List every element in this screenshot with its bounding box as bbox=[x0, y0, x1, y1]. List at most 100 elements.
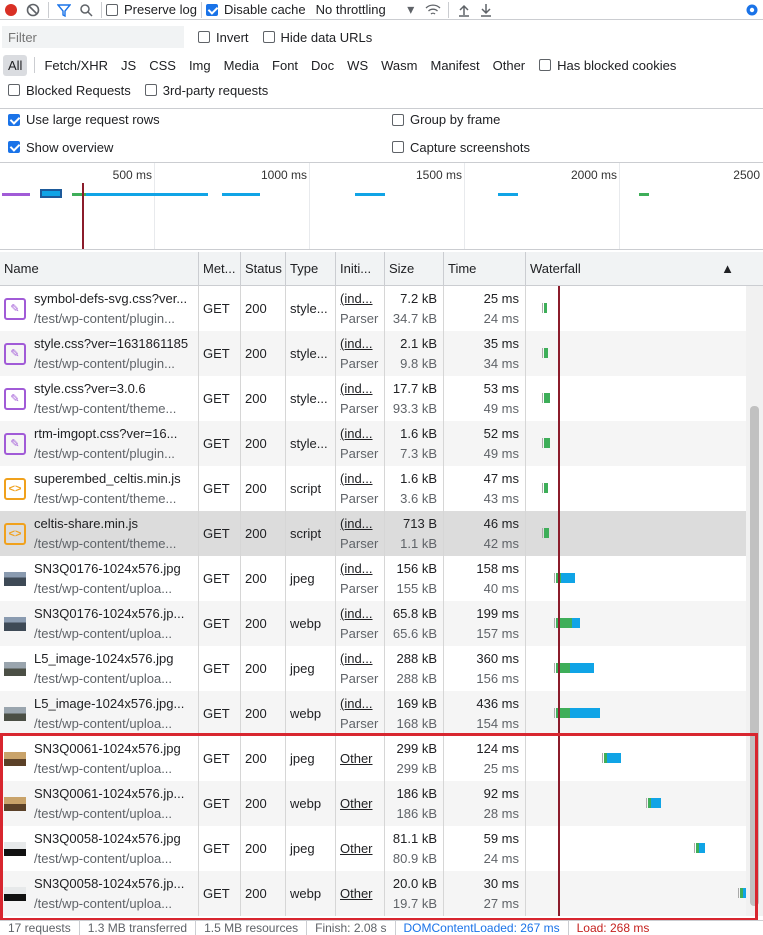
column-header-size[interactable]: Size bbox=[385, 252, 444, 286]
name-cell[interactable]: ✎ symbol-defs-svg.css?ver... /test/wp-cont… bbox=[0, 286, 199, 331]
table-row[interactable]: <> superembed_celtis.min.js/test/wp-conte… bbox=[0, 466, 746, 511]
settings-gear-icon[interactable] bbox=[741, 0, 763, 20]
initiator-link[interactable]: (ind... bbox=[340, 559, 384, 579]
table-row[interactable]: ✎ symbol-defs-svg.css?ver... /test/wp-cont… bbox=[0, 286, 746, 331]
search-icon[interactable] bbox=[75, 0, 97, 20]
name-cell[interactable]: ✎ rtm-imgopt.css?ver=16... /test/wp-conten… bbox=[0, 421, 199, 466]
initiator-link[interactable]: (ind... bbox=[340, 514, 384, 534]
table-row[interactable]: ✎ style.css?ver=3.0.6/test/wp-content/the… bbox=[0, 376, 746, 421]
initiator-cell[interactable]: (ind... Parser bbox=[336, 421, 385, 466]
initiator-cell[interactable]: (ind... Parser bbox=[336, 646, 385, 691]
checkbox-box[interactable] bbox=[198, 31, 210, 43]
initiator-cell[interactable]: Other bbox=[336, 871, 385, 916]
checkbox-box[interactable] bbox=[392, 141, 404, 153]
checkbox-box[interactable] bbox=[8, 113, 20, 126]
checkbox-box[interactable] bbox=[8, 84, 20, 96]
table-row[interactable]: ✎ rtm-imgopt.css?ver=16... /test/wp-conten… bbox=[0, 421, 746, 466]
initiator-link[interactable]: Other bbox=[340, 749, 384, 769]
table-row[interactable]: ✎ style.css?ver=1631861185/test/wp-conten… bbox=[0, 331, 746, 376]
disable-cache-checkbox[interactable]: Disable cache bbox=[205, 2, 306, 17]
capture-screenshots-checkbox[interactable]: Capture screenshots bbox=[392, 140, 530, 155]
initiator-link[interactable]: (ind... bbox=[340, 424, 384, 444]
name-cell[interactable]: ✎ style.css?ver=1631861185/test/wp-conten… bbox=[0, 331, 199, 376]
initiator-cell[interactable]: (ind... Parser bbox=[336, 466, 385, 511]
network-conditions-icon[interactable] bbox=[422, 0, 444, 20]
initiator-cell[interactable]: Other bbox=[336, 736, 385, 781]
sort-ascending-icon[interactable]: ▲ bbox=[721, 252, 734, 286]
show-overview-checkbox[interactable]: Show overview bbox=[8, 140, 392, 155]
initiator-link[interactable]: (ind... bbox=[340, 289, 384, 309]
name-cell[interactable]: SN3Q0176-1024x576.jp... /test/wp-content/… bbox=[0, 601, 199, 646]
initiator-cell[interactable]: (ind... Parser bbox=[336, 556, 385, 601]
initiator-link[interactable]: (ind... bbox=[340, 469, 384, 489]
initiator-cell[interactable]: (ind... Parser bbox=[336, 331, 385, 376]
dropdown-arrow-icon[interactable]: ▾ bbox=[400, 0, 422, 20]
table-row[interactable]: L5_image-1024x576.jpg... /test/wp-content… bbox=[0, 691, 746, 736]
name-cell[interactable]: L5_image-1024x576.jpg/test/wp-content/up… bbox=[0, 646, 199, 691]
initiator-cell[interactable]: (ind... Parser bbox=[336, 691, 385, 736]
large-rows-checkbox[interactable]: Use large request rows bbox=[8, 112, 392, 127]
filter-icon[interactable] bbox=[53, 0, 75, 20]
initiator-cell[interactable]: (ind... Parser bbox=[336, 601, 385, 646]
type-filter-fetch-xhr[interactable]: Fetch/XHR bbox=[39, 55, 113, 76]
overview-timeline[interactable]: 500 ms 1000 ms 1500 ms 2000 ms 2500 bbox=[0, 162, 763, 250]
initiator-link[interactable]: (ind... bbox=[340, 649, 384, 669]
table-row[interactable]: SN3Q0058-1024x576.jp... /test/wp-content/… bbox=[0, 871, 746, 916]
initiator-cell[interactable]: Other bbox=[336, 826, 385, 871]
has-blocked-cookies-checkbox[interactable]: Has blocked cookies bbox=[539, 58, 676, 73]
initiator-link[interactable]: Other bbox=[340, 884, 384, 904]
table-row[interactable]: SN3Q0061-1024x576.jp... /test/wp-content/… bbox=[0, 781, 746, 826]
name-cell[interactable]: ✎ style.css?ver=3.0.6/test/wp-content/the… bbox=[0, 376, 199, 421]
type-filter-css[interactable]: CSS bbox=[144, 55, 181, 76]
table-row[interactable]: SN3Q0058-1024x576.jpg/test/wp-content/up… bbox=[0, 826, 746, 871]
name-cell[interactable]: <> superembed_celtis.min.js/test/wp-conte… bbox=[0, 466, 199, 511]
column-header-waterfall[interactable]: Waterfall ▲ bbox=[526, 252, 742, 286]
type-filter-js[interactable]: JS bbox=[116, 55, 141, 76]
record-icon[interactable] bbox=[0, 0, 22, 20]
clear-icon[interactable] bbox=[22, 0, 44, 20]
filter-input[interactable] bbox=[2, 26, 184, 48]
type-filter-other[interactable]: Other bbox=[488, 55, 531, 76]
export-har-icon[interactable] bbox=[475, 0, 497, 20]
initiator-link[interactable]: Other bbox=[340, 794, 384, 814]
initiator-cell[interactable]: (ind... Parser bbox=[336, 511, 385, 556]
name-cell[interactable]: SN3Q0176-1024x576.jpg/test/wp-content/up… bbox=[0, 556, 199, 601]
group-by-frame-checkbox[interactable]: Group by frame bbox=[392, 112, 500, 127]
column-header-name[interactable]: Name bbox=[0, 252, 199, 286]
checkbox-box[interactable] bbox=[106, 3, 118, 16]
type-filter-manifest[interactable]: Manifest bbox=[425, 55, 484, 76]
hide-data-urls-checkbox[interactable]: Hide data URLs bbox=[262, 30, 372, 45]
name-cell[interactable]: <> celtis-share.min.js/test/wp-content/th… bbox=[0, 511, 199, 556]
initiator-cell[interactable]: (ind... Parser bbox=[336, 376, 385, 421]
import-har-icon[interactable] bbox=[453, 0, 475, 20]
preserve-log-checkbox[interactable]: Preserve log bbox=[106, 2, 197, 17]
checkbox-box[interactable] bbox=[205, 3, 218, 16]
type-filter-wasm[interactable]: Wasm bbox=[376, 55, 422, 76]
third-party-checkbox[interactable]: 3rd-party requests bbox=[144, 83, 268, 98]
type-filter-font[interactable]: Font bbox=[267, 55, 303, 76]
scrollbar-thumb[interactable] bbox=[750, 406, 759, 906]
initiator-link[interactable]: (ind... bbox=[340, 604, 384, 624]
blocked-requests-checkbox[interactable]: Blocked Requests bbox=[8, 83, 131, 98]
table-row[interactable]: SN3Q0176-1024x576.jp... /test/wp-content/… bbox=[0, 601, 746, 646]
name-cell[interactable]: SN3Q0061-1024x576.jpg/test/wp-content/up… bbox=[0, 736, 199, 781]
column-header-time[interactable]: Time bbox=[444, 252, 526, 286]
type-filter-all[interactable]: All bbox=[3, 54, 28, 76]
table-row[interactable]: SN3Q0061-1024x576.jpg/test/wp-content/up… bbox=[0, 736, 746, 781]
table-row[interactable]: SN3Q0176-1024x576.jpg/test/wp-content/up… bbox=[0, 556, 746, 601]
name-cell[interactable]: SN3Q0058-1024x576.jpg/test/wp-content/up… bbox=[0, 826, 199, 871]
name-cell[interactable]: SN3Q0061-1024x576.jp... /test/wp-content/… bbox=[0, 781, 199, 826]
column-header-status[interactable]: Status bbox=[241, 252, 286, 286]
table-row[interactable]: L5_image-1024x576.jpg/test/wp-content/up… bbox=[0, 646, 746, 691]
initiator-link[interactable]: Other bbox=[340, 839, 384, 859]
type-filter-media[interactable]: Media bbox=[219, 55, 264, 76]
column-header-method[interactable]: Met... bbox=[199, 252, 241, 286]
type-filter-img[interactable]: Img bbox=[184, 55, 216, 76]
initiator-link[interactable]: (ind... bbox=[340, 379, 384, 399]
initiator-link[interactable]: (ind... bbox=[340, 694, 384, 714]
initiator-cell[interactable]: Other bbox=[336, 781, 385, 826]
checkbox-box[interactable] bbox=[144, 84, 157, 96]
scrollbar[interactable] bbox=[746, 286, 763, 916]
name-cell[interactable]: SN3Q0058-1024x576.jp... /test/wp-content/… bbox=[0, 871, 199, 916]
column-header-type[interactable]: Type bbox=[286, 252, 336, 286]
